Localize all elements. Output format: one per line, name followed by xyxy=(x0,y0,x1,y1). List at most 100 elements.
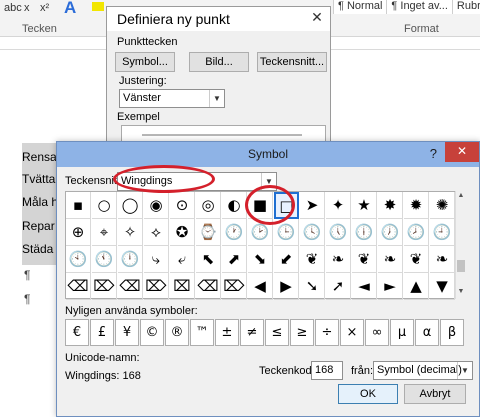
recent-symbol[interactable]: ¥ xyxy=(115,319,139,346)
recent-symbol[interactable]: ™ xyxy=(190,319,214,346)
from-select[interactable]: Symbol (decimal) ▼ xyxy=(373,361,473,380)
close-icon[interactable]: ✕ xyxy=(445,142,479,162)
scroll-down-icon[interactable]: ▼ xyxy=(456,288,466,295)
recent-symbol[interactable]: ÷ xyxy=(315,319,339,346)
symbol-cell[interactable]: ⟡ xyxy=(144,219,169,246)
superscript-button[interactable]: x² xyxy=(40,2,49,14)
symbol-cell[interactable]: ❦ xyxy=(352,246,377,273)
symbol-cell[interactable]: ⬋ xyxy=(274,246,299,273)
symbol-cell[interactable]: ⌫ xyxy=(196,273,221,300)
symbol-cell[interactable]: ◉ xyxy=(144,192,169,219)
symbol-cell[interactable]: ❧ xyxy=(326,246,351,273)
symbol-cell[interactable]: ⌚ xyxy=(196,219,221,246)
symbol-cell[interactable]: 🕘 xyxy=(430,219,455,246)
symbol-cell[interactable]: ▶ xyxy=(274,273,299,300)
recent-symbol[interactable]: ≥ xyxy=(290,319,314,346)
symbol-cell[interactable]: ▲ xyxy=(404,273,429,300)
recent-symbol[interactable]: ± xyxy=(215,319,239,346)
scroll-up-icon[interactable]: ▲ xyxy=(456,192,466,199)
symbol-cell[interactable]: 🕐 xyxy=(222,219,247,246)
symbol-cell[interactable]: ⊕ xyxy=(66,219,91,246)
recent-symbol[interactable]: β xyxy=(440,319,464,346)
recent-symbol[interactable]: ≤ xyxy=(265,319,289,346)
symbol-cell[interactable]: ◄ xyxy=(352,273,377,300)
symbol-cell[interactable]: ✪ xyxy=(170,219,195,246)
symbol-cell[interactable]: ❧ xyxy=(378,246,403,273)
subscript-button[interactable]: x xyxy=(24,2,30,14)
recent-symbol[interactable]: ≠ xyxy=(240,319,264,346)
recent-symbol[interactable]: µ xyxy=(390,319,414,346)
symbol-cell[interactable]: 🕙 xyxy=(66,246,91,273)
symbol-cell[interactable]: 🕕 xyxy=(352,219,377,246)
font-button[interactable]: Teckensnitt... xyxy=(257,52,327,72)
recent-symbol[interactable]: × xyxy=(340,319,364,346)
symbol-cell[interactable]: ★ xyxy=(352,192,377,219)
symbol-cell[interactable]: ❦ xyxy=(300,246,325,273)
recent-symbol[interactable]: £ xyxy=(90,319,114,346)
chevron-down-icon[interactable]: ▼ xyxy=(209,90,224,107)
symbol-cell[interactable]: ⌫ xyxy=(118,273,143,300)
recent-symbol[interactable]: € xyxy=(65,319,89,346)
symbol-cell[interactable]: ⊙ xyxy=(170,192,195,219)
symbol-cell[interactable]: ⤶ xyxy=(170,246,195,273)
ok-button[interactable]: OK xyxy=(338,384,398,404)
recent-symbol[interactable]: © xyxy=(140,319,164,346)
symbol-cell[interactable]: ⌦ xyxy=(222,273,247,300)
symbol-cell[interactable]: 🕖 xyxy=(378,219,403,246)
symbol-cell[interactable]: ◯ xyxy=(118,192,143,219)
symbol-cell[interactable]: ✺ xyxy=(430,192,455,219)
recent-symbol[interactable]: ® xyxy=(165,319,189,346)
recent-symbol[interactable]: α xyxy=(415,319,439,346)
symbol-cell[interactable]: ✧ xyxy=(118,219,143,246)
alignment-select[interactable]: Vänster ▼ xyxy=(119,89,225,108)
highlight-ring-font xyxy=(113,165,215,193)
symbol-cell[interactable]: 🕗 xyxy=(404,219,429,246)
symbol-button[interactable]: Symbol... xyxy=(115,52,175,72)
symbol-cell[interactable]: ▼ xyxy=(430,273,455,300)
symbol-cell[interactable]: ➘ xyxy=(300,273,325,300)
cancel-button[interactable]: Avbryt xyxy=(404,384,466,404)
symbol-cell[interactable]: ⬈ xyxy=(222,246,247,273)
close-icon[interactable]: ✕ xyxy=(308,9,326,27)
grid-scrollbar[interactable]: ▲ ▼ xyxy=(455,191,465,299)
scrollbar-thumb[interactable] xyxy=(457,260,465,272)
picture-button[interactable]: Bild... xyxy=(189,52,249,72)
character-code-input[interactable]: 168 xyxy=(311,361,343,380)
strikethrough-button[interactable]: abc xyxy=(4,2,22,14)
symbol-cell[interactable]: ⌫ xyxy=(66,273,91,300)
symbol-cell[interactable]: 🕚 xyxy=(92,246,117,273)
help-icon[interactable]: ? xyxy=(430,146,437,161)
style-normal[interactable]: ¶ Normal xyxy=(333,0,387,14)
symbol-cell[interactable]: ➤ xyxy=(300,192,325,219)
symbol-cell[interactable]: ❦ xyxy=(404,246,429,273)
symbol-cell[interactable]: ◀ xyxy=(248,273,273,300)
symbol-cell[interactable]: ⌧ xyxy=(170,273,195,300)
unicode-name-label: Unicode-namn: xyxy=(65,352,140,364)
symbol-cell[interactable]: ⤷ xyxy=(144,246,169,273)
symbol-cell[interactable]: 🕛 xyxy=(118,246,143,273)
symbol-cell[interactable]: ✹ xyxy=(404,192,429,219)
symbol-cell[interactable]: ○ xyxy=(92,192,117,219)
symbol-cell[interactable]: ❧ xyxy=(430,246,455,273)
symbol-cell[interactable]: ➚ xyxy=(326,273,351,300)
style-no-spacing[interactable]: ¶ Inget av... xyxy=(386,0,452,14)
chevron-down-icon[interactable]: ▼ xyxy=(457,362,472,379)
unicode-name-value: Wingdings: 168 xyxy=(65,370,141,382)
symbol-cell[interactable]: ◎ xyxy=(196,192,221,219)
symbol-cell[interactable]: ⬊ xyxy=(248,246,273,273)
symbol-cell[interactable]: ⌦ xyxy=(144,273,169,300)
text-effects-icon[interactable]: A xyxy=(64,0,76,18)
symbol-cell[interactable]: ► xyxy=(378,273,403,300)
symbol-cell[interactable]: ▪ xyxy=(66,192,91,219)
recent-symbol[interactable]: ∞ xyxy=(365,319,389,346)
symbol-cell[interactable]: ◐ xyxy=(222,192,247,219)
symbol-cell[interactable]: ✦ xyxy=(326,192,351,219)
symbol-cell[interactable]: 🕓 xyxy=(300,219,325,246)
symbol-cell[interactable]: 🕔 xyxy=(326,219,351,246)
highlight-color-icon[interactable] xyxy=(92,2,104,11)
symbol-cell[interactable]: ⬉ xyxy=(196,246,221,273)
style-heading[interactable]: Rubri xyxy=(451,0,480,14)
symbol-cell[interactable]: ⌖ xyxy=(92,219,117,246)
symbol-cell[interactable]: ✸ xyxy=(378,192,403,219)
symbol-cell[interactable]: ⌦ xyxy=(92,273,117,300)
